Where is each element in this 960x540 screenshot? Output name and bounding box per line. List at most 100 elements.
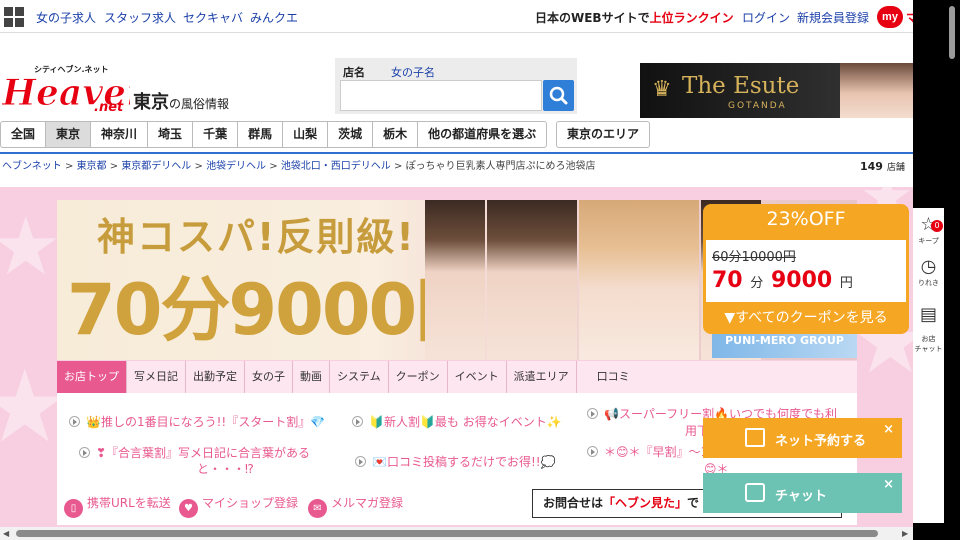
net-reserve-button[interactable]: ネット予約する ×: [703, 418, 902, 458]
pref-other[interactable]: 他の都道府県を選ぶ: [417, 121, 548, 148]
event-link[interactable]: ❣『合言葉割』写メ日記に合言葉がある: [79, 444, 310, 461]
ranking-prefix: 日本のWEBサイトで: [535, 11, 650, 25]
cityheaven-logo[interactable]: シティヘブン.ネット Heaven .net: [1, 63, 153, 115]
grid-menu-icon[interactable]: [4, 7, 24, 27]
my-page-icon[interactable]: my: [877, 6, 903, 28]
coupon-min-unit: 分: [750, 276, 764, 291]
link-staff-recruit[interactable]: スタッフ求人: [104, 9, 176, 26]
chat-button[interactable]: チャット ×: [703, 473, 902, 513]
breadcrumb-item[interactable]: 東京都: [77, 161, 107, 172]
star-decoration-icon: ★: [0, 200, 62, 293]
breadcrumb-item[interactable]: 池袋デリヘル: [206, 161, 266, 172]
history-label: りれき: [918, 279, 939, 287]
event-text: 🔰新人割🔰最も お得なイベント✨: [369, 415, 562, 429]
tab-system[interactable]: システム: [330, 361, 389, 393]
ad-banner[interactable]: ♛ The Esute GOTANDA: [640, 63, 913, 118]
event-link[interactable]: 👑推しの1番目になろう!!『スタート割』💎: [69, 413, 325, 430]
pref-gunma[interactable]: 群馬: [237, 121, 283, 148]
search-tab-shop[interactable]: 店名: [343, 64, 365, 80]
horizontal-scrollbar-thumb[interactable]: [16, 530, 878, 537]
pref-saitama[interactable]: 埼玉: [147, 121, 193, 148]
horizontal-scrollbar[interactable]: ◀ ▶: [0, 527, 913, 540]
event-text: ＊😊＊『早割』～1: [604, 445, 709, 459]
ad-subtitle: GOTANDA: [728, 101, 787, 111]
pref-tochigi[interactable]: 栃木: [372, 121, 418, 148]
play-icon: [69, 416, 80, 427]
tokyo-area-button[interactable]: 東京のエリア: [556, 121, 651, 148]
pref-chiba[interactable]: 千葉: [192, 121, 238, 148]
close-icon[interactable]: ×: [883, 422, 894, 437]
side-panel: ☆ 0 キープ ◷ りれき ▤ お店 チャット: [913, 208, 944, 523]
register-link[interactable]: 新規会員登録: [797, 9, 869, 26]
login-link[interactable]: ログイン: [742, 9, 790, 26]
hero-photo: [579, 200, 699, 360]
chat-label: チャット: [775, 489, 827, 504]
link-girl-recruit[interactable]: 女の子求人: [36, 9, 96, 26]
scroll-left-icon[interactable]: ◀: [3, 529, 9, 538]
event-link[interactable]: 💌口コミ投稿するだけでお得!!💭: [355, 453, 556, 470]
util-label: メルマガ登録: [331, 496, 404, 510]
coupon-old-price: 60分10000円: [712, 250, 796, 265]
tab-coupon[interactable]: クーポン: [389, 361, 448, 393]
tab-schedule[interactable]: 出勤予定: [186, 361, 245, 393]
newsletter-link[interactable]: ✉ メルマガ登録: [308, 494, 403, 518]
chat-bubble-icon: ▤: [919, 304, 937, 325]
search-button[interactable]: [543, 80, 574, 111]
search-input[interactable]: [340, 80, 542, 111]
tab-dispatch-area[interactable]: 派遣エリア: [507, 361, 577, 393]
tab-event[interactable]: イベント: [448, 361, 507, 393]
event-link[interactable]: ＊😊＊『早割』～1: [587, 443, 708, 460]
pref-tokyo[interactable]: 東京: [45, 121, 91, 148]
top-bar: 女の子求人 スタッフ求人 セクキャバ みんクエ 日本のWEBサイトで上位ランクイ…: [0, 0, 919, 33]
ranking-notice[interactable]: 日本のWEBサイトで上位ランクイン: [535, 9, 734, 26]
pref-yamanashi[interactable]: 山梨: [282, 121, 328, 148]
play-icon: [352, 416, 363, 427]
heart-icon: ♥: [179, 499, 198, 518]
close-icon[interactable]: ×: [883, 477, 894, 492]
keep-button[interactable]: ☆ 0 キープ: [913, 216, 944, 246]
link-sekukyaba[interactable]: セクキャバ: [183, 9, 243, 26]
ranking-highlight: 上位ランクイン: [649, 11, 734, 25]
pref-kanagawa[interactable]: 神奈川: [90, 121, 148, 148]
breadcrumb-sep: >: [191, 161, 207, 172]
coupon-card[interactable]: 23%OFF 60分10000円 70 分 9000 円 ▼すべてのクーポンを見…: [703, 204, 909, 334]
event-link[interactable]: 🔰新人割🔰最も お得なイベント✨: [352, 413, 562, 430]
breadcrumb-item[interactable]: 東京都デリヘル: [121, 161, 191, 172]
mobile-icon: ▯: [64, 499, 83, 518]
pref-ibaraki[interactable]: 茨城: [327, 121, 373, 148]
play-icon: [79, 447, 90, 458]
history-button[interactable]: ◷ りれき: [913, 258, 944, 288]
crown-icon: ♛: [652, 77, 672, 102]
hero-photo: [487, 200, 577, 360]
pref-zenkoku[interactable]: 全国: [0, 121, 46, 148]
breadcrumb-item[interactable]: ヘブンネット: [2, 161, 62, 172]
mail-icon: ✉: [308, 499, 327, 518]
breadcrumb-item[interactable]: 池袋北口・西口デリヘル: [281, 161, 391, 172]
inquiry-suffix: で: [687, 496, 700, 510]
event-text: ❣『合言葉割』写メ日記に合言葉がある: [96, 446, 311, 460]
tab-shop-top[interactable]: お店トップ: [57, 361, 127, 393]
divider: [0, 152, 915, 154]
coupon-yen: 円: [839, 276, 853, 291]
search-tab-girl[interactable]: 女の子名: [391, 64, 435, 80]
tab-photo-diary[interactable]: 写メ日記: [127, 361, 186, 393]
event-text-wrap[interactable]: と・・・⁉: [197, 460, 254, 477]
shop-tabs: お店トップ 写メ日記 出勤予定 女の子 動画 システム クーポン イベント 派遣…: [57, 361, 857, 393]
tab-reviews[interactable]: 口コミ: [577, 361, 650, 393]
search-box: 店名 女の子名: [335, 58, 577, 114]
history-icon: ◷: [920, 256, 937, 277]
tab-video[interactable]: 動画: [293, 361, 330, 393]
vertical-scrollbar-thumb[interactable]: [949, 6, 955, 59]
coupon-discount: 23%OFF: [766, 208, 846, 230]
send-mobile-url-link[interactable]: ▯ 携帯URLを転送: [64, 494, 171, 518]
keep-count-badge: 0: [931, 220, 943, 232]
add-my-shop-link[interactable]: ♥ マイショップ登録: [179, 494, 298, 518]
ad-photo: [876, 63, 913, 118]
tab-girls[interactable]: 女の子: [245, 361, 293, 393]
play-icon: [355, 456, 366, 467]
shop-chat-button[interactable]: ▤ お店 チャット: [913, 298, 944, 354]
link-minkue[interactable]: みんクエ: [250, 9, 298, 26]
all-coupons-link[interactable]: ▼すべてのクーポンを見る: [703, 307, 909, 327]
inquiry-prefix: お問合せは: [543, 496, 604, 510]
scroll-right-icon[interactable]: ▶: [902, 529, 908, 538]
